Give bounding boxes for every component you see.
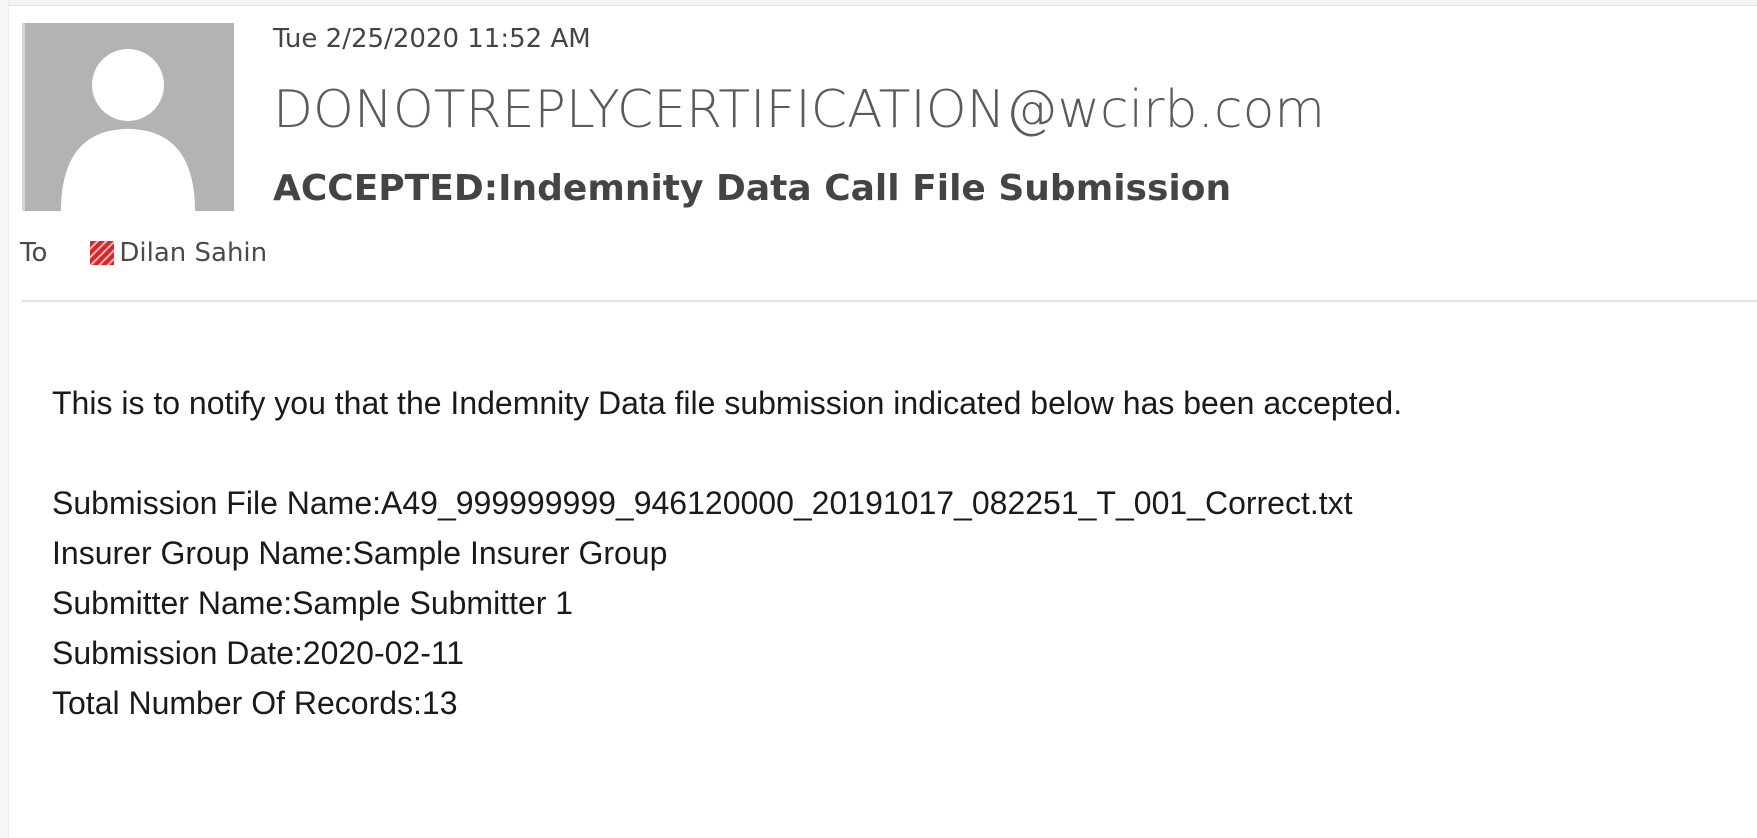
- left-border: [0, 0, 9, 838]
- body-line-insurer-group: Insurer Group Name:Sample Insurer Group: [52, 535, 668, 571]
- message-body: This is to notify you that the Indemnity…: [52, 378, 1402, 728]
- body-line-file-name: Submission File Name:A49_999999999_94612…: [52, 485, 1353, 521]
- body-line-submission-date: Submission Date:2020-02-11: [52, 635, 465, 671]
- recipients-row: To Dilan Sahin: [20, 236, 267, 270]
- recipient-name: Dilan Sahin: [119, 238, 268, 268]
- recipient-dilan-sahin[interactable]: Dilan Sahin: [89, 238, 267, 268]
- header-divider: [22, 300, 1757, 302]
- person-silhouette-icon: [25, 23, 234, 211]
- body-line-submitter: Submitter Name:Sample Submitter 1: [52, 585, 574, 621]
- body-line-total-records: Total Number Of Records:13: [52, 685, 458, 721]
- top-border: [0, 0, 1757, 6]
- body-intro: This is to notify you that the Indemnity…: [52, 385, 1403, 421]
- message-subject: ACCEPTED:Indemnity Data Call File Submis…: [273, 168, 1232, 209]
- to-label: To: [20, 238, 48, 268]
- email-reading-pane: Tue 2/25/2020 11:52 AM DONOTREPLYCERTIFI…: [0, 0, 1757, 838]
- message-timestamp: Tue 2/25/2020 11:52 AM: [273, 24, 591, 54]
- sender-address[interactable]: DONOTREPLYCERTIFICATION@wcirb.com: [273, 80, 1325, 140]
- presence-busy-striped-icon: [89, 240, 115, 266]
- sender-avatar[interactable]: [22, 23, 234, 211]
